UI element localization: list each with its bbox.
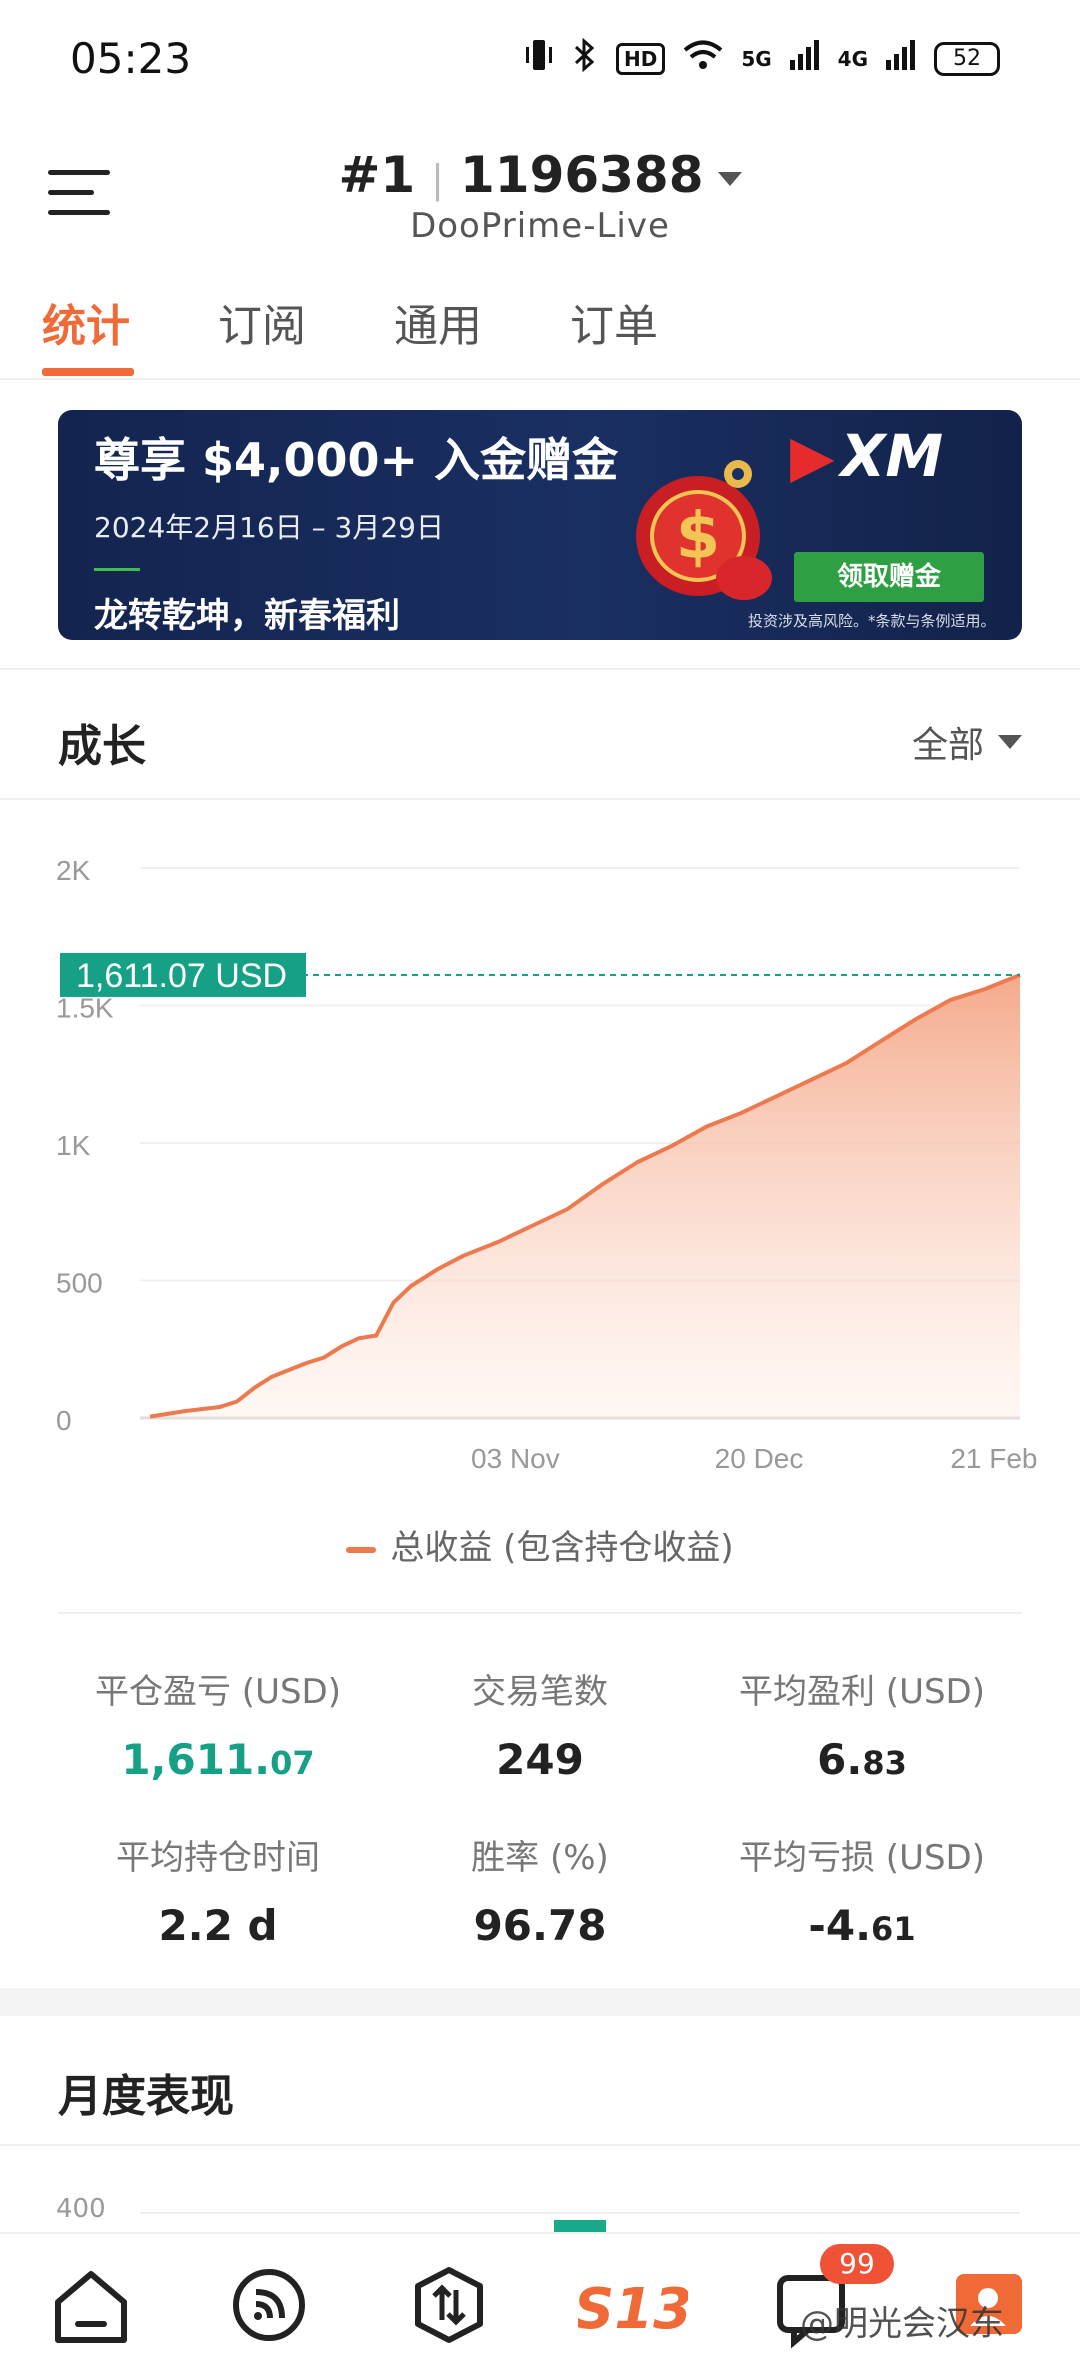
range-dropdown[interactable]: 全部 bbox=[912, 716, 1022, 768]
stat-value: 6.83 bbox=[817, 1735, 907, 1784]
money-bag-illustration: $ bbox=[636, 460, 772, 600]
chevron-down-icon bbox=[717, 171, 742, 186]
stat-value: 96.78 bbox=[473, 1901, 607, 1950]
account-selector[interactable]: #1 | 1196388 bbox=[0, 146, 1080, 204]
tab-orders[interactable]: 订单 bbox=[570, 290, 658, 354]
y-tick-label: 1.5K bbox=[56, 993, 114, 1024]
stat-label: 平均亏损 (USD) bbox=[739, 1838, 985, 1878]
chart-legend[interactable]: 总收益 (包含持仓收益) bbox=[0, 1520, 1080, 1569]
tab-general[interactable]: 通用 bbox=[394, 290, 482, 354]
growth-title: 成长 bbox=[58, 721, 146, 772]
s13-logo-text: S13 bbox=[578, 2277, 688, 2342]
app-header: #1 | 1196388 DooPrime-Live bbox=[0, 120, 1080, 260]
section-divider bbox=[0, 798, 1080, 800]
banner-headline: 尊享 $4,000+ 入金赠金 bbox=[94, 433, 619, 487]
tab-statistics[interactable]: 统计 bbox=[42, 290, 130, 354]
status-time: 05:23 bbox=[70, 34, 192, 83]
bluetooth-icon bbox=[572, 37, 598, 79]
monthly-title: 月度表现 bbox=[58, 2071, 234, 2122]
legend-swatch bbox=[346, 1546, 377, 1553]
stat-value: 1,611.07 bbox=[121, 1735, 315, 1784]
range-value: 全部 bbox=[911, 725, 984, 766]
y-tick-label: 1K bbox=[56, 1130, 91, 1161]
monthly-gridline bbox=[140, 2212, 1020, 2214]
signal-5g-icon bbox=[789, 40, 820, 77]
section-divider bbox=[0, 668, 1080, 670]
server-name: DooPrime-Live bbox=[410, 206, 670, 246]
vibrate-icon bbox=[524, 38, 554, 79]
stat-label: 平仓盈亏 (USD) bbox=[95, 1672, 341, 1712]
bottom-nav: S13 99 @明光会汉东 bbox=[0, 2232, 1080, 2376]
x-tick-label: 03 Nov bbox=[471, 1443, 560, 1474]
stat-trade-count: 交易笔数 249 bbox=[380, 1664, 700, 1784]
stat-value: -4.61 bbox=[808, 1901, 916, 1950]
home-icon[interactable] bbox=[46, 2260, 136, 2350]
chevron-down-icon bbox=[998, 735, 1022, 749]
stat-label: 平均持仓时间 bbox=[116, 1838, 320, 1878]
stat-label: 交易笔数 bbox=[472, 1672, 608, 1712]
monthly-bar bbox=[554, 2220, 606, 2232]
hd-badge: HD bbox=[615, 42, 666, 75]
signal-5g-label: 5G bbox=[741, 46, 772, 71]
banner-date: 2024年2月16日 – 3月29日 bbox=[94, 511, 444, 544]
stat-value: 2.2 d bbox=[158, 1901, 278, 1950]
signal-4g-icon bbox=[886, 40, 916, 77]
banner-disclaimer: 投资涉及高风险。*条款与条例适用。 bbox=[748, 612, 996, 630]
wifi-icon bbox=[683, 39, 723, 78]
watermark-text: @明光会汉东 bbox=[800, 2304, 1004, 2344]
stat-avg-hold-time: 平均持仓时间 2.2 d bbox=[58, 1830, 378, 1950]
stat-avg-loss: 平均亏损 (USD) -4.61 bbox=[702, 1830, 1022, 1950]
legend-label: 总收益 (包含持仓收益) bbox=[390, 1528, 734, 1568]
current-value-label: 1,611.07 USD bbox=[76, 957, 287, 995]
tab-bar: 统计 订阅 通用 订单 bbox=[0, 280, 1080, 380]
status-bar: 05:23 HD 5G 4G 52 bbox=[0, 0, 1080, 120]
stat-win-rate: 胜率 (%) 96.78 bbox=[380, 1830, 700, 1950]
monthly-axis-label: 400 bbox=[56, 2194, 106, 2224]
s13-logo-icon[interactable]: S13 bbox=[574, 2234, 692, 2350]
trade-icon[interactable] bbox=[404, 2260, 494, 2350]
section-divider bbox=[58, 1612, 1022, 1614]
section-gap bbox=[0, 1988, 1080, 2016]
stat-closed-pnl: 平仓盈亏 (USD) 1,611.07 bbox=[58, 1664, 378, 1784]
y-tick-label: 500 bbox=[56, 1268, 103, 1299]
stat-value: 249 bbox=[496, 1735, 584, 1784]
growth-chart: 0 500 1K 1.5K 2K 03 Nov 20 Dec 21 Feb 1,611.07… bbox=[56, 855, 1037, 1474]
x-tick-label: 21 Feb bbox=[950, 1443, 1037, 1474]
stat-label: 胜率 (%) bbox=[471, 1838, 609, 1878]
y-tick-label: 0 bbox=[56, 1405, 72, 1436]
xm-logo: ▶ XM bbox=[790, 422, 944, 490]
banner-divider bbox=[94, 568, 140, 571]
status-icons: HD 5G 4G 52 bbox=[524, 37, 1000, 79]
notification-badge: 99 bbox=[820, 2244, 894, 2284]
claim-bonus-button[interactable]: 领取赠金 bbox=[794, 552, 984, 602]
svg-text:$: $ bbox=[676, 500, 721, 574]
y-tick-label: 2K bbox=[56, 855, 91, 886]
battery-indicator: 52 bbox=[934, 41, 1000, 76]
stat-label: 平均盈利 (USD) bbox=[739, 1672, 985, 1712]
banner-slogan: 龙转乾坤，新春福利 bbox=[94, 596, 400, 636]
stat-avg-profit: 平均盈利 (USD) 6.83 bbox=[702, 1664, 1022, 1784]
promo-banner[interactable]: 尊享 $4,000+ 入金赠金 2024年2月16日 – 3月29日 龙转乾坤，… bbox=[58, 410, 1022, 640]
x-tick-label: 20 Dec bbox=[715, 1443, 804, 1474]
account-rank: #1 bbox=[338, 146, 416, 204]
feed-icon[interactable] bbox=[224, 2260, 314, 2350]
signal-4g-label: 4G bbox=[837, 46, 868, 71]
section-divider bbox=[0, 2144, 1080, 2146]
active-tab-indicator bbox=[42, 368, 134, 376]
account-id: 1196388 bbox=[459, 146, 704, 204]
tab-subscribe[interactable]: 订阅 bbox=[218, 290, 306, 354]
